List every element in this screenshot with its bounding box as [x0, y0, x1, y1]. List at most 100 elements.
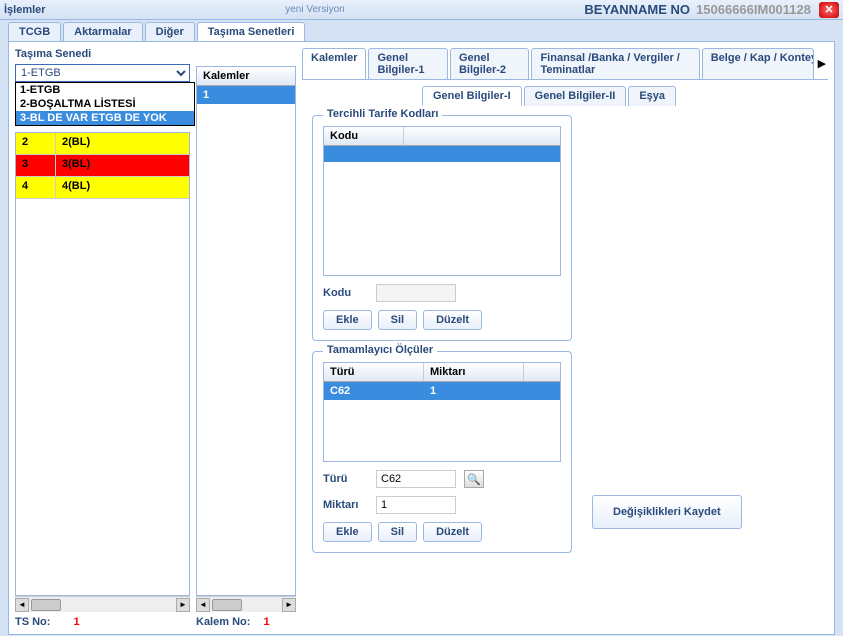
subtab-belge[interactable]: Belge / Kap / Konteyner	[702, 48, 814, 79]
binoculars-icon: 🔍	[467, 473, 481, 486]
tasima-senedi-select[interactable]: 1-ETGB	[15, 64, 190, 82]
version-text: yeni Versiyon	[46, 4, 585, 15]
tab-diger[interactable]: Diğer	[145, 22, 195, 41]
scroll-right-icon[interactable]: ►	[282, 598, 296, 612]
cell-miktari: 1	[424, 382, 524, 400]
innertab-genel1[interactable]: Genel Bilgiler-I	[422, 86, 522, 106]
ts-cell-n: 2	[16, 133, 56, 154]
tasima-senedi-label: Taşıma Senedi	[15, 48, 190, 60]
turu-label: Türü	[323, 473, 368, 485]
subtab-kalemler[interactable]: Kalemler	[302, 48, 366, 79]
titlebar: İşlemler yeni Versiyon BEYANNAME NO 1506…	[0, 0, 843, 20]
h-scrollbar[interactable]: ◄ ►	[196, 596, 296, 612]
ts-cell-v: 3(BL)	[56, 155, 189, 176]
tsno-value: 1	[74, 616, 80, 628]
duzelt-button[interactable]: Düzelt	[423, 310, 482, 330]
tasima-senedi-grid: 2 2(BL) 3 3(BL) 4 4(BL)	[15, 132, 190, 596]
col-turu: Türü	[324, 363, 424, 381]
tercihli-grid-header: Kodu	[324, 127, 560, 146]
tamamlayici-grid-row[interactable]: C62 1	[324, 382, 560, 400]
turu-input[interactable]	[376, 470, 456, 488]
dropdown-list: 1-ETGB 2-BOŞALTMA LİSTESİ 3-BL DE VAR ET…	[15, 82, 195, 126]
tercihli-fieldset: Tercihli Tarife Kodları Kodu Kodu	[312, 115, 572, 341]
dropdown-option-2[interactable]: 2-BOŞALTMA LİSTESİ	[16, 97, 194, 111]
h-scrollbar[interactable]: ◄ ►	[15, 596, 190, 612]
kalem-row[interactable]: 1	[197, 86, 295, 104]
innertab-genel2[interactable]: Genel Bilgiler-II	[524, 86, 627, 106]
subtab-genel1[interactable]: Genel Bilgiler-1	[368, 48, 447, 79]
tasima-senedi-dropdown[interactable]: 1-ETGB 1-ETGB 2-BOŞALTMA LİSTESİ 3-BL DE…	[15, 64, 190, 82]
save-changes-button[interactable]: Değişiklikleri Kaydet	[592, 495, 742, 529]
innertabs: Genel Bilgiler-I Genel Bilgiler-II Eşya	[422, 86, 828, 106]
duzelt-button[interactable]: Düzelt	[423, 522, 482, 542]
tsno-label: TS No:	[15, 616, 50, 628]
col-kodu: Kodu	[324, 127, 404, 145]
content-area: Tercihli Tarife Kodları Kodu Kodu	[302, 105, 828, 628]
tamamlayici-grid: Türü Miktarı C62 1	[323, 362, 561, 462]
tab-tcgb[interactable]: TCGB	[8, 22, 61, 41]
tercihli-cell	[324, 146, 404, 162]
ts-cell-v: 2(BL)	[56, 133, 189, 154]
beyannameno-value: 15066666IM001128	[696, 2, 811, 17]
miktari-input[interactable]	[376, 496, 456, 514]
kalemler-header: Kalemler	[197, 67, 295, 86]
kalemler-grid: Kalemler 1	[196, 66, 296, 596]
ekle-button[interactable]: Ekle	[323, 310, 372, 330]
turu-row: Türü 🔍	[323, 470, 561, 488]
kalemno-row: Kalem No: 1	[196, 616, 296, 628]
dropdown-option-1[interactable]: 1-ETGB	[16, 83, 194, 97]
subtab-finansal[interactable]: Finansal /Banka / Vergiler / Teminatlar	[531, 48, 699, 79]
sil-button[interactable]: Sil	[378, 522, 417, 542]
tamamlayici-legend: Tamamlayıcı Ölçüler	[323, 344, 437, 356]
ts-row[interactable]: 4 4(BL)	[16, 177, 189, 199]
close-button[interactable]: ✕	[819, 2, 839, 18]
ekle-button[interactable]: Ekle	[323, 522, 372, 542]
beyannameno-label: BEYANNAME NO	[584, 2, 690, 17]
ts-cell-n: 4	[16, 177, 56, 198]
kalemno-label: Kalem No:	[196, 616, 250, 628]
kodu-label: Kodu	[323, 287, 368, 299]
tercihli-grid-row[interactable]	[324, 146, 560, 162]
subtab-genel2[interactable]: Genel Bilgiler-2	[450, 48, 529, 79]
tercihli-grid: Kodu	[323, 126, 561, 276]
tab-tasima-senetleri[interactable]: Taşıma Senetleri	[197, 22, 306, 41]
middle-panel: Kalemler 1 ◄ ► Kalem No: 1	[196, 48, 296, 628]
tamamlayici-fieldset: Tamamlayıcı Ölçüler Türü Miktarı C62 1 T…	[312, 351, 572, 553]
scroll-thumb[interactable]	[31, 599, 61, 611]
top-nav: TCGB Aktarmalar Diğer Taşıma Senetleri	[0, 20, 843, 41]
scroll-right-icon[interactable]: ►	[176, 598, 190, 612]
ts-cell-v: 4(BL)	[56, 177, 189, 198]
innertab-esya[interactable]: Eşya	[628, 86, 676, 106]
tsno-row: TS No: 1	[15, 616, 190, 628]
tercihli-buttons: Ekle Sil Düzelt	[323, 310, 561, 330]
content-col1: Tercihli Tarife Kodları Kodu Kodu	[312, 115, 572, 618]
ts-row[interactable]: 3 3(BL)	[16, 155, 189, 177]
scroll-left-icon[interactable]: ◄	[15, 598, 29, 612]
cell-turu: C62	[324, 382, 424, 400]
kodu-input[interactable]	[376, 284, 456, 302]
kalemno-value: 1	[263, 616, 269, 628]
left-panel: Taşıma Senedi 1-ETGB 1-ETGB 2-BOŞALTMA L…	[15, 48, 190, 628]
turu-lookup-button[interactable]: 🔍	[464, 470, 484, 488]
miktari-row: Miktarı	[323, 496, 561, 514]
miktari-label: Miktarı	[323, 499, 368, 511]
col-miktari: Miktarı	[424, 363, 524, 381]
content-col2: Değişiklikleri Kaydet	[592, 115, 742, 618]
subtabs: Kalemler Genel Bilgiler-1 Genel Bilgiler…	[302, 48, 828, 80]
sil-button[interactable]: Sil	[378, 310, 417, 330]
scroll-thumb[interactable]	[212, 599, 242, 611]
main-panel: Taşıma Senedi 1-ETGB 1-ETGB 2-BOŞALTMA L…	[8, 41, 835, 635]
tab-scroll-right-icon[interactable]: ▶	[816, 48, 828, 79]
tamamlayici-grid-header: Türü Miktarı	[324, 363, 560, 382]
tab-aktarmalar[interactable]: Aktarmalar	[63, 22, 142, 41]
ts-cell-n: 3	[16, 155, 56, 176]
tercihli-legend: Tercihli Tarife Kodları	[323, 108, 442, 120]
right-panel: Kalemler Genel Bilgiler-1 Genel Bilgiler…	[302, 48, 828, 628]
close-icon: ✕	[824, 3, 833, 16]
ts-row[interactable]: 2 2(BL)	[16, 133, 189, 155]
app-title: İşlemler	[4, 4, 46, 16]
kodu-row: Kodu	[323, 284, 561, 302]
tamamlayici-buttons: Ekle Sil Düzelt	[323, 522, 561, 542]
scroll-left-icon[interactable]: ◄	[196, 598, 210, 612]
dropdown-option-3[interactable]: 3-BL DE VAR ETGB DE YOK	[16, 111, 194, 125]
